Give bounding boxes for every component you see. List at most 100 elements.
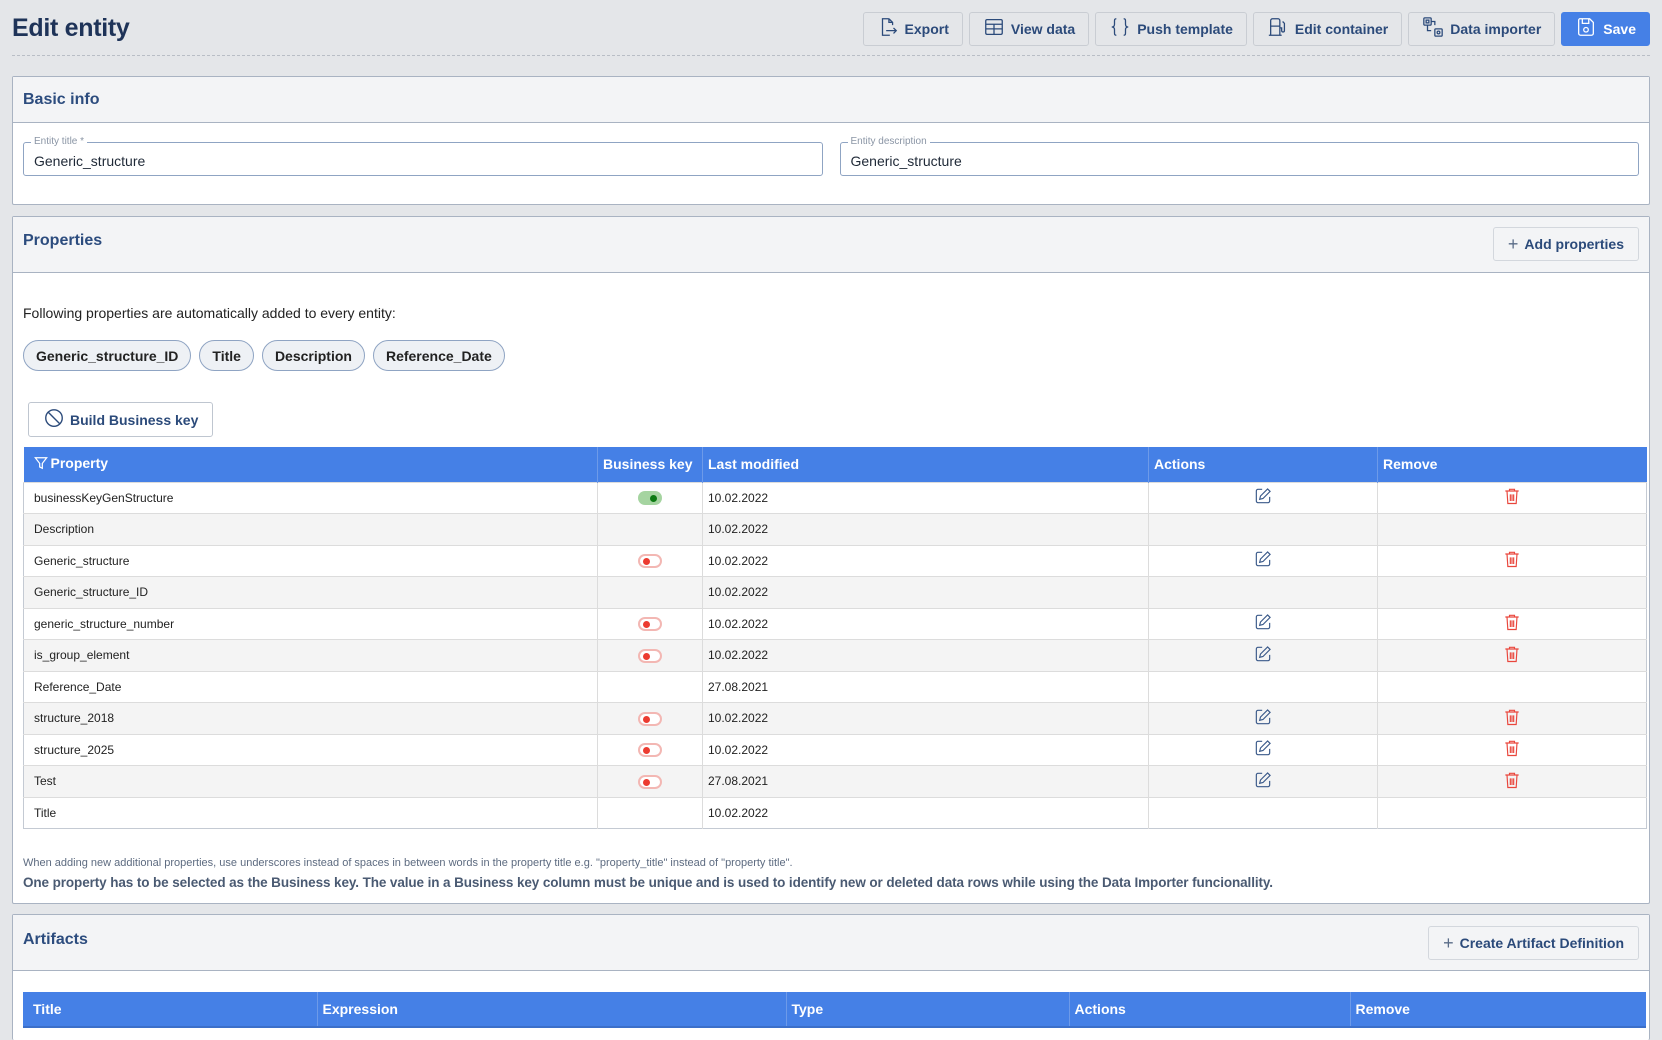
data-importer-icon xyxy=(1422,16,1444,41)
business-key-cell xyxy=(597,796,703,829)
trash-icon[interactable] xyxy=(1502,707,1522,730)
artifacts-panel: Artifacts + Create Artifact Definition T… xyxy=(12,914,1650,1040)
save-button[interactable]: Save xyxy=(1561,11,1650,46)
basic-info-title: Basic info xyxy=(23,90,100,108)
properties-panel: Properties + Add properties Following pr… xyxy=(12,216,1650,904)
actions-cell xyxy=(1148,765,1378,797)
actions-cell xyxy=(1148,702,1378,734)
property-chip: Generic_structure_ID xyxy=(23,340,192,371)
trash-icon[interactable] xyxy=(1502,549,1522,572)
edit-icon[interactable] xyxy=(1253,738,1273,761)
artifact-column-expression: Expression xyxy=(316,992,786,1028)
actions-cell xyxy=(1148,513,1378,545)
view-data-button[interactable]: View data xyxy=(968,11,1090,46)
table-row: Title 10.02.2022 xyxy=(23,796,1647,829)
export-label: Export xyxy=(904,20,949,37)
artifacts-table: Title Expression Type Actions Remove xyxy=(23,992,1646,1028)
build-business-key-button[interactable]: Build Business key xyxy=(28,402,214,437)
column-header-business-key: Business key xyxy=(597,447,703,482)
actions-cell xyxy=(1148,670,1378,703)
last-modified: 10.02.2022 xyxy=(702,796,1149,829)
data-importer-button[interactable]: Data importer xyxy=(1408,11,1556,46)
column-header-property-label: Property xyxy=(50,455,109,472)
actions-cell xyxy=(1148,796,1378,829)
create-artifact-definition-button[interactable]: + Create Artifact Definition xyxy=(1428,925,1639,960)
property-name: Reference_Date xyxy=(23,670,598,703)
table-row: Generic_structure 10.02.2022 xyxy=(23,544,1647,577)
edit-icon[interactable] xyxy=(1253,549,1273,572)
business-key-toggle-off[interactable] xyxy=(638,774,662,789)
entity-title-label: Entity title * xyxy=(31,136,88,148)
last-modified: 10.02.2022 xyxy=(702,544,1149,577)
underscore-hint: When adding new additional properties, u… xyxy=(23,857,793,869)
edit-container-button[interactable]: Edit container xyxy=(1252,11,1403,46)
trash-icon[interactable] xyxy=(1502,644,1522,667)
edit-icon[interactable] xyxy=(1253,644,1273,667)
disabled-icon xyxy=(43,407,65,432)
save-label: Save xyxy=(1603,20,1636,37)
plus-icon: + xyxy=(1443,932,1454,953)
artifact-column-remove: Remove xyxy=(1349,992,1646,1028)
entity-title-field[interactable]: Entity title * Generic_structure xyxy=(23,136,823,176)
entity-title-input[interactable]: Generic_structure xyxy=(34,153,145,169)
business-key-cell xyxy=(597,513,703,545)
basic-info-header: Basic info xyxy=(13,77,1649,123)
actions-cell xyxy=(1148,544,1378,577)
column-header-last-modified: Last modified xyxy=(702,447,1149,482)
business-key-toggle-off[interactable] xyxy=(638,617,662,632)
entity-description-input[interactable]: Generic_structure xyxy=(851,153,962,169)
business-key-hint: One property has to be selected as the B… xyxy=(23,875,1273,890)
entity-description-field[interactable]: Entity description Generic_structure xyxy=(839,136,1639,176)
page-header: Edit entity Export View data Push templa… xyxy=(12,0,1650,56)
column-header-property[interactable]: Property xyxy=(23,447,598,482)
filter-icon[interactable] xyxy=(33,456,48,473)
actions-cell xyxy=(1148,733,1378,766)
last-modified: 10.02.2022 xyxy=(702,702,1149,734)
export-button[interactable]: Export xyxy=(862,11,963,46)
business-key-toggle-off[interactable] xyxy=(638,711,662,726)
properties-table: Property Business key Last modified Acti… xyxy=(23,447,1647,829)
properties-table-body: businessKeyGenStructure 10.02.2022 Descrip… xyxy=(23,481,1647,829)
table-row: generic_structure_number 10.02.2022 xyxy=(23,607,1647,640)
remove-cell xyxy=(1377,513,1647,545)
property-name: Description xyxy=(23,513,598,545)
add-properties-button[interactable]: + Add properties xyxy=(1492,227,1639,261)
edit-icon[interactable] xyxy=(1253,486,1273,509)
trash-icon[interactable] xyxy=(1502,770,1522,793)
trash-icon[interactable] xyxy=(1502,612,1522,635)
trash-icon[interactable] xyxy=(1502,486,1522,509)
business-key-cell xyxy=(597,639,703,671)
basic-info-fields: Entity title * Generic_structure Entity … xyxy=(13,136,1649,176)
remove-cell xyxy=(1377,607,1647,640)
table-row: is_group_element 10.02.2022 xyxy=(23,639,1647,671)
last-modified: 10.02.2022 xyxy=(702,513,1149,545)
business-key-toggle-off[interactable] xyxy=(638,648,662,663)
business-key-toggle-off[interactable] xyxy=(638,554,662,569)
export-icon xyxy=(877,16,899,41)
remove-cell xyxy=(1377,733,1647,766)
table-row: structure_2025 10.02.2022 xyxy=(23,733,1647,766)
business-key-cell xyxy=(597,702,703,734)
trash-icon[interactable] xyxy=(1502,738,1522,761)
last-modified: 10.02.2022 xyxy=(702,576,1149,608)
actions-cell xyxy=(1148,576,1378,608)
properties-table-header: Property Business key Last modified Acti… xyxy=(23,447,1647,482)
push-template-button[interactable]: Push template xyxy=(1095,11,1247,46)
property-name: Generic_structure_ID xyxy=(23,576,598,608)
business-key-toggle-on[interactable] xyxy=(638,491,662,506)
property-name: structure_2025 xyxy=(23,733,598,766)
actions-cell xyxy=(1148,481,1378,514)
table-row: businessKeyGenStructure 10.02.2022 xyxy=(23,481,1647,514)
property-name: businessKeyGenStructure xyxy=(23,481,598,514)
last-modified: 27.08.2021 xyxy=(702,670,1149,703)
remove-cell xyxy=(1377,670,1647,703)
table-row: Test 27.08.2021 xyxy=(23,765,1647,797)
edit-icon[interactable] xyxy=(1253,770,1273,793)
auto-properties-chips: Generic_structure_ID Title Description R… xyxy=(23,340,505,371)
business-key-toggle-off[interactable] xyxy=(638,743,662,758)
business-key-cell xyxy=(597,481,703,514)
edit-icon[interactable] xyxy=(1253,707,1273,730)
last-modified: 10.02.2022 xyxy=(702,607,1149,640)
business-key-cell xyxy=(597,765,703,797)
edit-icon[interactable] xyxy=(1253,612,1273,635)
